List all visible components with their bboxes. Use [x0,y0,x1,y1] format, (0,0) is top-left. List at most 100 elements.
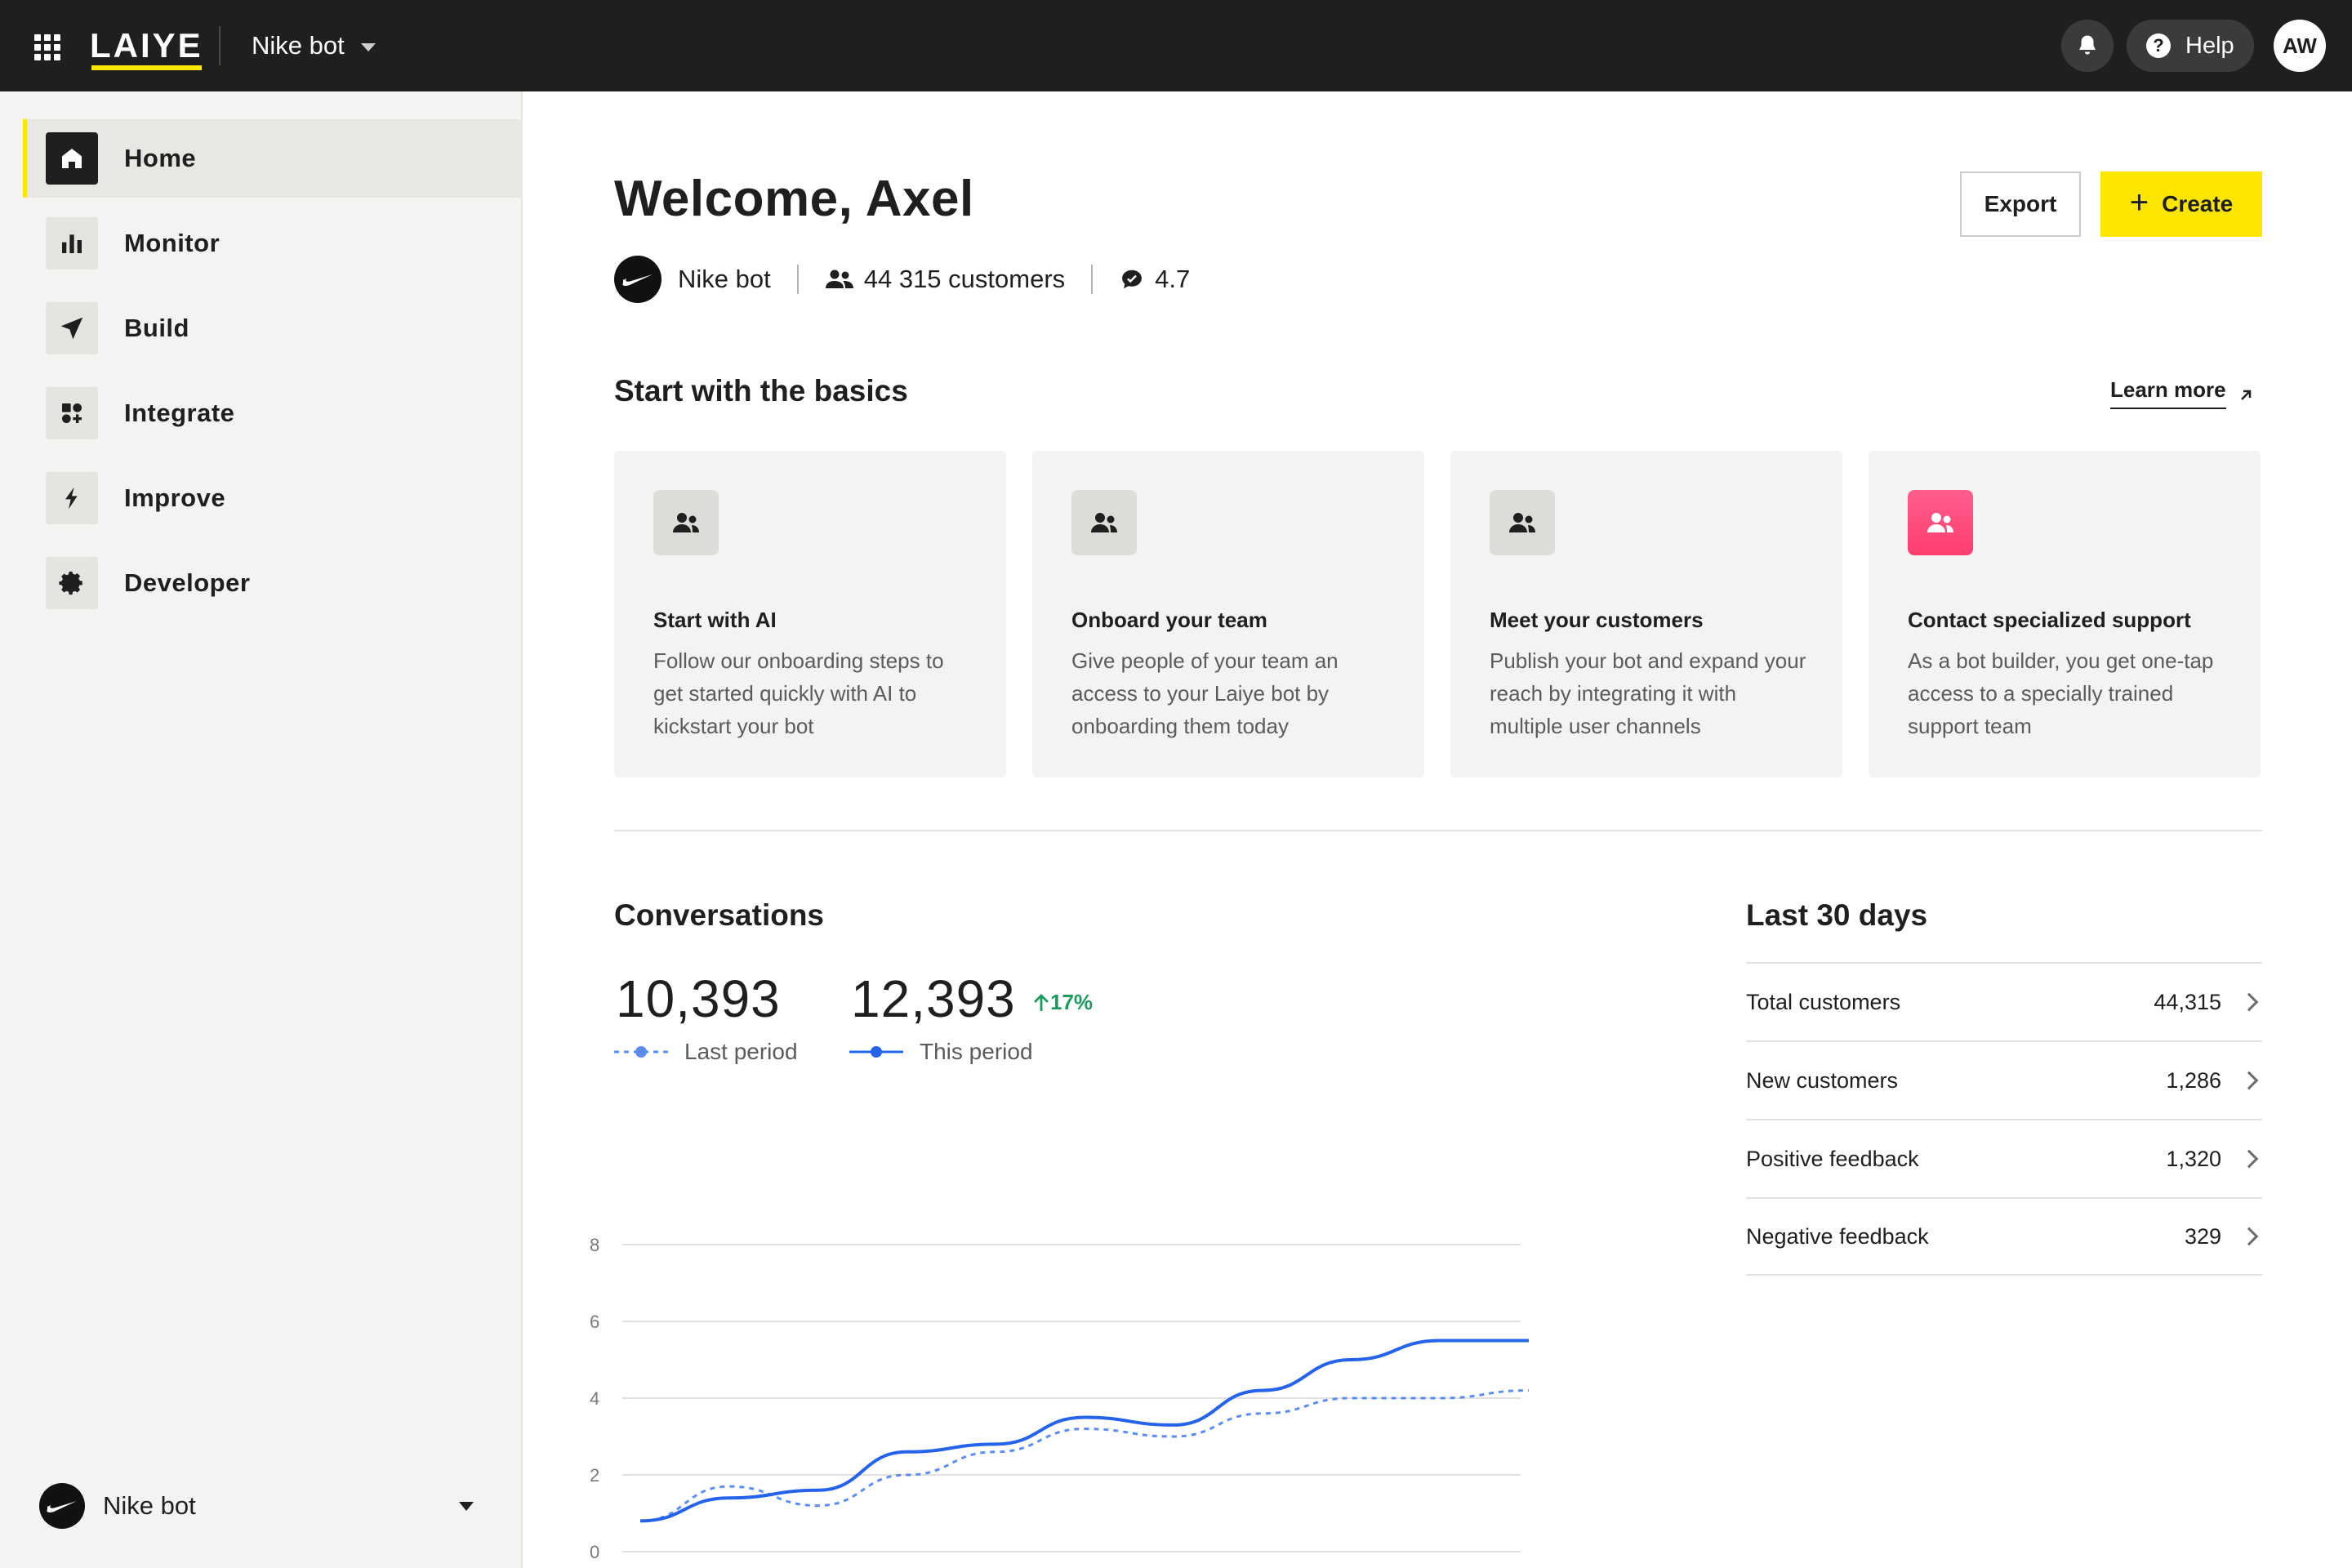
learn-more-link[interactable]: Learn more [2110,377,2254,409]
help-button[interactable]: ? Help [2127,20,2254,72]
arrow-up-icon [1034,993,1049,1011]
stat-label: Negative feedback [1746,1223,1929,1249]
sidebar: Home Monitor Build Integrate Improve Dev… [0,91,523,1568]
sidebar-item-home[interactable]: Home [23,119,523,198]
lightning-icon [46,472,98,524]
stat-row-total-customers[interactable]: Total customers 44,315 [1746,962,2262,1040]
nike-logo [614,256,662,303]
last-period-value: 10,393 [616,969,781,1028]
stat-value: 44,315 [2154,989,2221,1014]
sidebar-item-label: Integrate [124,399,235,427]
sidebar-item-developer[interactable]: Developer [23,544,523,622]
basics-card-meet-customers[interactable]: Meet your customers Publish your bot and… [1450,451,1842,777]
sidebar-item-improve[interactable]: Improve [23,459,523,537]
arrow-up-right-icon [2240,390,2251,400]
stat-row-new-customers[interactable]: New customers 1,286 [1746,1040,2262,1119]
top-bar: LAIYE Nike bot ? Help AW [0,0,2352,91]
meta-divider [796,265,799,294]
sidebar-bot-selector[interactable]: Nike bot [39,1480,490,1532]
create-button[interactable]: + Create [2100,172,2262,237]
chevron-down-icon [459,1501,474,1511]
legend-solid-marker [849,1046,903,1058]
basics-card-onboard-team[interactable]: Onboard your team Give people of your te… [1032,451,1424,777]
create-label: Create [2162,191,2234,216]
legend-label: Last period [684,1039,798,1064]
users-icon [653,490,719,555]
chevron-down-icon [360,43,376,51]
conversations-chart: 0 2 4 6 8 [590,1235,1530,1561]
bot-name: Nike bot [678,265,771,293]
last30-stats: Total customers 44,315 New customers 1,2… [1746,962,2262,1276]
sidebar-item-monitor[interactable]: Monitor [23,204,523,283]
laiye-logo[interactable]: LAIYE [90,24,203,70]
chevron-right-icon [2239,1071,2259,1090]
page-title: Welcome, Axel [614,171,974,227]
nike-logo [39,1483,85,1529]
conversations-title: Conversations [614,898,825,932]
chevron-right-icon [2239,992,2259,1012]
bot-switcher-label: Nike bot [252,31,345,60]
basics-card-contact-support[interactable]: Contact specialized support As a bot bui… [1869,451,2261,777]
users-icon [1490,490,1555,555]
y-tick-label: 0 [590,1542,599,1561]
card-title: Meet your customers [1490,608,1704,632]
card-description: Follow our onboarding steps to get start… [653,648,944,738]
stat-label: Positive feedback [1746,1146,1919,1171]
legend-last-period: Last period [614,1039,798,1065]
app-grid-icon[interactable] [33,33,60,60]
learn-more-label: Learn more [2110,377,2226,409]
export-button[interactable]: Export [1960,172,2081,237]
chevron-right-icon [2239,1149,2259,1169]
legend-label: This period [920,1039,1033,1064]
customers-count: 44 315 customers [863,265,1066,293]
question-icon: ? [2146,33,2171,58]
bar-chart-icon [46,217,98,270]
plus-icon: + [2129,185,2149,220]
sidebar-item-integrate[interactable]: Integrate [23,374,523,452]
stat-row-negative-feedback[interactable]: Negative feedback 329 [1746,1197,2262,1276]
sidebar-item-label: Monitor [124,229,220,257]
card-description: As a bot builder, you get one-tap access… [1908,648,2214,738]
section-divider [614,830,2262,831]
sidebar-item-label: Build [124,314,189,342]
topbar-divider [219,26,220,65]
basics-card-start-ai[interactable]: Start with AI Follow our onboarding step… [614,451,1006,777]
stat-row-positive-feedback[interactable]: Positive feedback 1,320 [1746,1119,2262,1197]
users-icon [1071,490,1137,555]
home-icon [46,132,98,185]
bot-switcher[interactable]: Nike bot [252,26,376,65]
sidebar-item-label: Improve [124,483,226,512]
y-tick-label: 6 [590,1312,599,1332]
y-tick-label: 8 [590,1235,599,1255]
help-label: Help [2185,32,2234,59]
y-tick-label: 4 [590,1388,599,1409]
apps-plus-icon [46,387,98,439]
sidebar-item-build[interactable]: Build [23,289,523,368]
legend-dashed-marker [614,1046,668,1058]
stat-label: Total customers [1746,989,1901,1014]
last30-title: Last 30 days [1746,898,1928,932]
rating-value: 4.7 [1155,265,1191,293]
sidebar-item-label: Developer [124,568,251,597]
chevron-right-icon [2239,1227,2259,1246]
delta-badge: 17% [1032,990,1093,1015]
stat-label: New customers [1746,1067,1899,1093]
basics-title: Start with the basics [614,374,908,408]
series-line-last-period [639,1389,1530,1522]
card-description: Give people of your team an access to yo… [1071,648,1339,738]
paper-plane-icon [46,302,98,354]
meta-divider [1091,265,1094,294]
users-icon [1908,490,1973,555]
series-line-this-period [639,1339,1529,1523]
user-avatar[interactable]: AW [2274,20,2326,72]
chat-rating-icon [1119,267,1145,292]
sidebar-bot-label: Nike bot [103,1491,196,1520]
bell-icon [2079,35,2096,55]
notifications-button[interactable] [2061,20,2114,72]
legend-this-period: This period [849,1039,1033,1065]
customers-icon [825,269,854,290]
gear-icon [46,557,98,609]
delta-value: 17% [1050,990,1094,1014]
this-period-value: 12,393 [851,969,1016,1028]
card-description: Publish your bot and expand your reach b… [1490,648,1806,738]
